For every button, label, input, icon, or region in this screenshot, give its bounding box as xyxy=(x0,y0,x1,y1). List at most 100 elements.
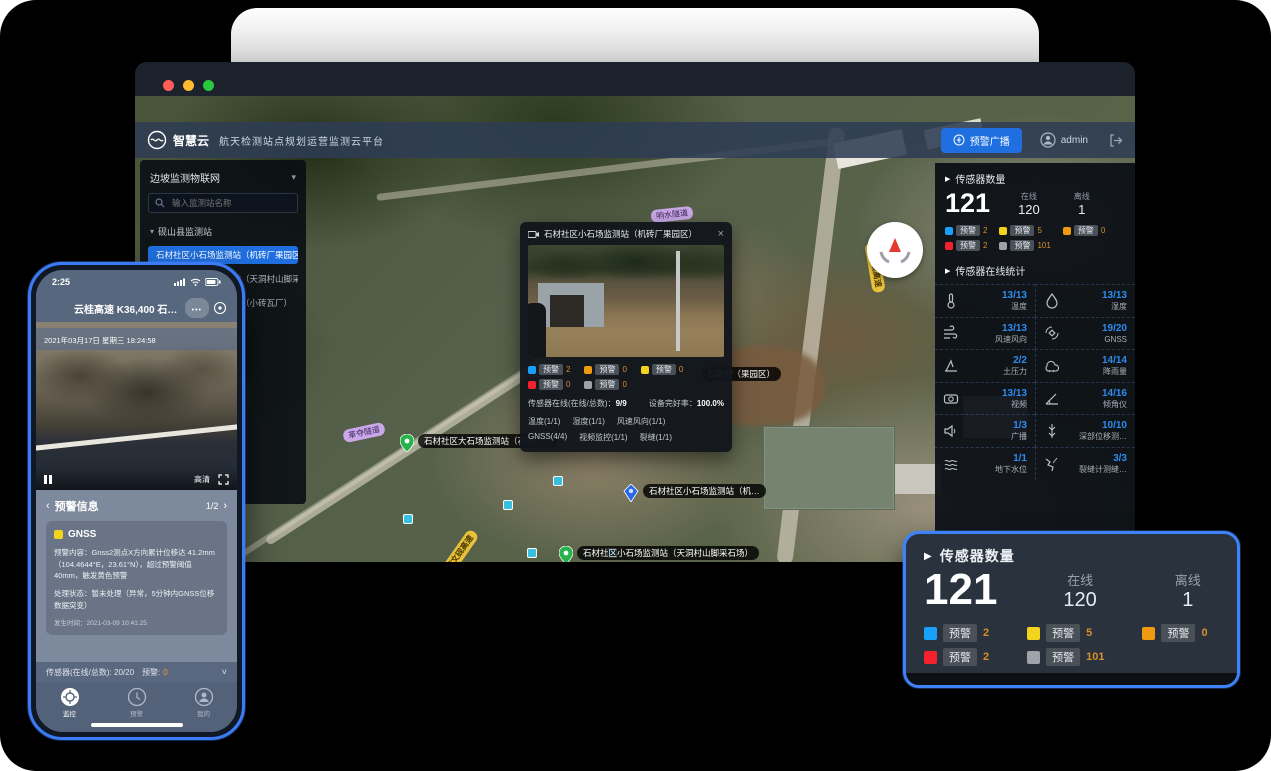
screenshot-canvas: 蒙文砚高速 蒙文砚高速 革夺隧道 响水隧道 响水塘 小石桥 石材社区大石场监测站… xyxy=(0,0,1271,771)
station-label[interactable]: 石材社区小石场监测站（机… xyxy=(643,484,766,498)
health-stat: 设备完好率：100.0% xyxy=(649,398,724,409)
phone-video[interactable]: 2021年03月17日 星期三 18:24:58 高清 xyxy=(36,322,237,490)
pause-button[interactable] xyxy=(44,475,52,484)
section-arrow-icon[interactable]: ▶ xyxy=(945,267,950,275)
sensor-marker[interactable] xyxy=(553,476,563,486)
grid-cell-gnss[interactable]: 19/20GNSS xyxy=(1035,317,1135,350)
phone-alert-panel: ‹ 预警信息 1/2 › GNSS 预警内容：Gnss2测点X方向累计位移达 4… xyxy=(36,490,237,662)
station-group[interactable]: ▾ 砚山县监测站 xyxy=(148,223,298,246)
main-window: 蒙文砚高速 蒙文砚高速 革夺隧道 响水隧道 响水塘 小石桥 石材社区大石场监测站… xyxy=(135,62,1135,562)
stats-sidebar: ▶ 传感器数量 121 在线 120 离线 1 预警2 预警2 xyxy=(935,163,1135,562)
grid-cell-inclinometer[interactable]: 14/16倾角仪 xyxy=(1035,382,1135,415)
grid-cell-groundwater[interactable]: 1/1地下水位 xyxy=(935,447,1035,480)
warn-label: 预警 xyxy=(1010,240,1034,251)
video-quality-button[interactable]: 高清 xyxy=(194,474,210,485)
blue-alert-icon xyxy=(528,366,536,374)
station-marker[interactable]: 石材社区小石场监测站（机… xyxy=(623,484,766,502)
warn-label: 预警 xyxy=(1161,624,1195,642)
pager-prev-icon[interactable]: ‹ xyxy=(46,500,50,512)
sensor-marker[interactable] xyxy=(403,514,413,524)
compass-icon xyxy=(867,222,923,278)
humidity-icon xyxy=(1044,293,1060,309)
online-label: 在线 xyxy=(1018,191,1040,202)
phone-sensor-statusbar[interactable]: 传感器(在线/总数): 20/20 预警: 0 ˅ xyxy=(36,662,237,682)
phone-time: 2:25 xyxy=(52,277,70,287)
minimize-window-button[interactable] xyxy=(183,80,194,91)
tab-alerts[interactable]: 预警 xyxy=(127,687,147,718)
sensor-total: 121 xyxy=(945,190,990,217)
grid-cell-earth-pressure[interactable]: 2/2土压力 xyxy=(935,349,1035,382)
broadcast-button[interactable]: 预警广播 xyxy=(941,128,1022,153)
green-pin-icon xyxy=(400,434,414,452)
camera-snapshot[interactable] xyxy=(528,245,724,357)
alert-header: 预警信息 xyxy=(55,498,99,514)
speaker-icon xyxy=(953,134,965,146)
grid-cell-wind[interactable]: 13/13风速风向 xyxy=(935,317,1035,350)
close-window-button[interactable] xyxy=(163,80,174,91)
wifi-icon xyxy=(190,278,201,286)
pager-next-icon[interactable]: › xyxy=(223,500,227,512)
app-header: 智慧云 航天检测站点规划运营监测云平台 预警广播 admin xyxy=(135,122,1135,158)
network-select[interactable]: 边坡监测物联网 ▾ xyxy=(148,168,298,193)
alert-type: GNSS xyxy=(68,529,96,540)
user-avatar-icon[interactable] xyxy=(1040,132,1056,148)
more-button[interactable]: ••• xyxy=(185,298,209,318)
popup-sensor-stat: 湿度(1/1) xyxy=(572,416,604,427)
phone-alarm-value: 0 xyxy=(163,668,167,677)
sensor-marker[interactable] xyxy=(503,500,513,510)
station-marker[interactable]: 石材社区小石场监测站（天洞村山脚采石场） xyxy=(559,546,759,562)
grid-cell-deep-displacement[interactable]: 10/10深部位移测… xyxy=(1035,414,1135,447)
online-value: 120 xyxy=(1063,589,1096,612)
warn-count: 5 xyxy=(1037,226,1041,235)
collapse-icon[interactable]: ˅ xyxy=(222,667,227,677)
popup-sensor-stat: 温度(1/1) xyxy=(528,416,560,427)
alert-text: 预警内容：Gnss2测点X方向累计位移达 41.2mm（104.4644°E，2… xyxy=(54,547,219,582)
popup-sensor-stat: GNSS(4/4) xyxy=(528,432,567,443)
thermometer-icon xyxy=(943,293,959,309)
close-icon[interactable]: × xyxy=(718,228,724,240)
profile-tab-icon xyxy=(194,687,214,707)
home-indicator[interactable] xyxy=(91,723,183,727)
section-arrow-icon[interactable]: ▶ xyxy=(924,551,932,562)
grid-cell-temperature[interactable]: 13/13温度 xyxy=(935,284,1035,317)
warn-count: 5 xyxy=(1086,627,1092,639)
snapshot-trees xyxy=(528,245,724,279)
crack-icon xyxy=(1044,456,1060,472)
grid-cell-humidity[interactable]: 13/13湿度 xyxy=(1035,284,1135,317)
blue-alert-icon xyxy=(924,627,937,640)
station-label[interactable]: 石材社区小石场监测站（天洞村山脚采石场） xyxy=(577,546,759,560)
grid-cell-crack[interactable]: 3/3裂缝计测缝… xyxy=(1035,447,1135,480)
grid-cell-rainfall[interactable]: 14/14降雨量 xyxy=(1035,349,1135,382)
fullscreen-icon[interactable] xyxy=(218,474,229,485)
search-box[interactable] xyxy=(148,193,298,213)
grid-cell-video[interactable]: 13/13视频 xyxy=(935,382,1035,415)
zoom-window-button[interactable] xyxy=(203,80,214,91)
warn-count: 2 xyxy=(983,241,987,250)
warn-label: 预警 xyxy=(956,225,980,236)
alert-time: 发生时间：2021-03-09 10:41:25 xyxy=(54,617,219,627)
station-popup: 石材社区小石场监测站（机砖厂果园区） × 预警2 预警0 预警0 预警0 预警0 xyxy=(520,222,732,452)
warn-label: 预警 xyxy=(595,364,619,375)
phone-sensor-status: 传感器(在线/总数): 20/20 xyxy=(46,667,134,678)
grid-cell-broadcast[interactable]: 1/3广播 xyxy=(935,414,1035,447)
section-arrow-icon[interactable]: ▶ xyxy=(945,175,950,183)
warn-label: 预警 xyxy=(956,240,980,251)
broadcast-icon xyxy=(943,423,959,439)
compass-widget[interactable] xyxy=(867,222,923,278)
username[interactable]: admin xyxy=(1061,135,1088,146)
warn-label: 预警 xyxy=(539,364,563,375)
callout-footer xyxy=(906,673,1237,685)
search-input[interactable] xyxy=(170,197,290,209)
target-button[interactable] xyxy=(213,301,227,315)
road-label: 蒙文砚高速 xyxy=(440,528,479,562)
popup-sensor-stat: 视频监控(1/1) xyxy=(579,432,627,443)
yellow-alert-icon xyxy=(1027,627,1040,640)
tab-profile[interactable]: 我的 xyxy=(194,687,214,718)
logout-icon[interactable] xyxy=(1108,133,1123,148)
sensor-marker[interactable] xyxy=(527,548,537,558)
alerts-tab-icon xyxy=(127,687,147,707)
alert-card[interactable]: GNSS 预警内容：Gnss2测点X方向累计位移达 41.2mm（104.464… xyxy=(46,521,227,635)
tab-monitor[interactable]: 监控 xyxy=(60,687,80,718)
pressure-icon xyxy=(943,358,959,374)
video-icon xyxy=(943,391,959,407)
